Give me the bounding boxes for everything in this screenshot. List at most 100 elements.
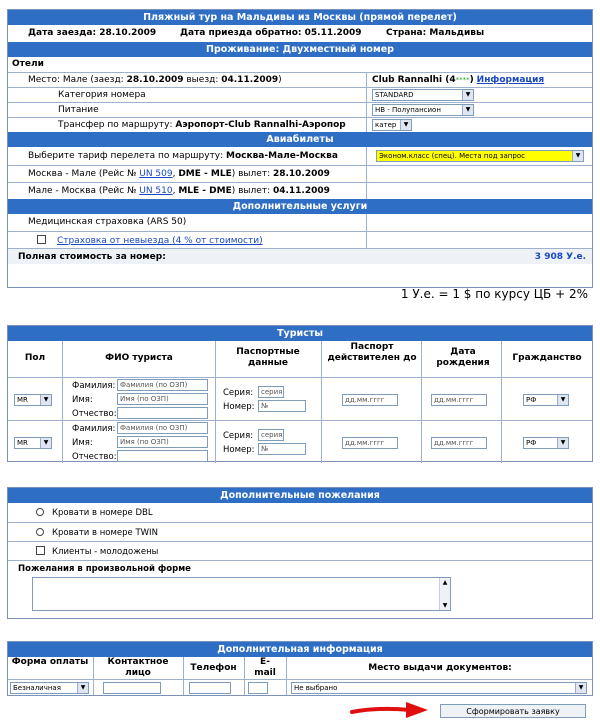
birth-date-input[interactable]: дд.мм.гггг [431,394,487,406]
wish-twin-row: Кровати в номере TWIN [8,522,592,541]
room-category-label: Категория номера [58,90,146,100]
first-name-input[interactable]: Имя (по ОЗП) [117,436,208,448]
date-in: Дата заезда: 28.10.2009 [28,28,157,38]
citizenship-select[interactable]: РФ ▼ [523,394,569,406]
series-label: Серия: [223,388,254,398]
transfer-select[interactable]: катер ▼ [372,119,412,131]
tariff-row: Выберите тариф перелета по маршруту: Мос… [8,147,592,165]
tourists-block: Туристы Пол ФИО туриста Паспортные данны… [7,325,593,463]
hotels-label-row: Отели [8,57,592,72]
wishes-header: Дополнительные пожелания [8,488,592,503]
col-contact: Контактное лицо [107,657,169,678]
col-valid: Паспорт действителен до [327,342,417,363]
col-name: ФИО туриста [105,353,173,363]
flights-header: Авиабилеты [8,132,592,147]
extra-header: Дополнительные услуги [8,199,592,214]
chevron-down-icon: ▼ [572,151,583,161]
rate-note: 1 У.е. = 1 $ по курсу ЦБ + 2% [400,287,588,301]
phone-input[interactable] [189,682,231,694]
scroll-up-icon[interactable]: ▲ [440,578,450,587]
col-email: E-mail [254,657,276,678]
col-passport: Паспортные данные [236,347,300,368]
meal-row: Питание HB - Полупансион ▼ [8,102,592,117]
middle-name-label: Отчество: [72,452,117,462]
meal-label: Питание [58,105,99,115]
payment-select[interactable]: Безналичная ▼ [10,682,89,694]
first-name-label: Имя: [72,395,93,405]
series-input[interactable]: серия [258,386,284,398]
newlyweds-checkbox[interactable] [36,546,45,555]
middle-name-label: Отчество: [72,409,117,419]
col-citizen: Гражданство [512,353,582,363]
birth-date-input[interactable]: дд.мм.гггг [431,437,487,449]
info-link[interactable]: Информация [477,75,545,85]
insurance-row: Страховка от невыезда (4 % от стоимости) [8,231,592,248]
last-name-label: Фамилия: [72,381,116,391]
textarea-scrollbar[interactable]: ▲ ▼ [439,578,450,610]
last-name-input[interactable]: Фамилия (по ОЗП) [117,379,208,391]
meal-select[interactable]: HB - Полупансион ▼ [372,104,474,116]
number-input[interactable]: № [258,400,306,412]
chevron-down-icon: ▼ [400,120,411,130]
contact-input[interactable] [103,682,161,694]
series-label: Серия: [223,431,254,441]
dbl-radio[interactable] [36,508,44,516]
first-name-label: Имя: [72,438,93,448]
flight-1-link[interactable]: UN 509 [139,169,172,179]
sex-select[interactable]: MR ▼ [14,394,52,406]
chevron-down-icon: ▼ [557,395,568,405]
wishes-block: Дополнительные пожелания Кровати в номер… [7,487,593,619]
accommodation-header: Проживание: Двухместный номер [8,42,592,57]
free-form-row: Пожелания в произвольной форме ▲ ▼ [8,560,592,619]
total-label: Полная стоимость за номер: [18,252,166,262]
series-input[interactable]: серия [258,429,284,441]
medical-row: Медицинская страховка (ARS 50) [8,214,592,231]
middle-name-input[interactable] [117,450,208,462]
submit-button[interactable]: Сформировать заявку [440,704,586,718]
email-input[interactable] [248,682,268,694]
flight-2-link[interactable]: UN 510 [139,186,172,196]
free-form-textarea[interactable]: ▲ ▼ [32,577,451,611]
flight-1-text: Москва - Мале (Рейс № UN 509, DME - MLE)… [28,169,330,179]
tour-title: Пляжный тур на Мальдивы из Москвы (прямо… [8,10,592,25]
info-header: Дополнительная информация [8,642,592,657]
info-inputs-row: Безналичная ▼ Не выбрано ▼ [8,679,592,695]
dbl-label: Кровати в номере DBL [52,508,153,518]
number-label: Номер: [223,445,255,455]
citizenship-select[interactable]: РФ ▼ [523,437,569,449]
flight-1-row: Москва - Мале (Рейс № UN 509, DME - MLE)… [8,165,592,182]
twin-radio[interactable] [36,528,44,536]
first-name-input[interactable]: Имя (по ОЗП) [117,393,208,405]
tourists-header: Туристы [8,326,592,341]
tariff-text: Выберите тариф перелета по маршруту: Мос… [28,151,338,161]
passport-valid-input[interactable]: дд.мм.гггг [342,394,398,406]
chevron-down-icon: ▼ [462,90,473,100]
insurance-link[interactable]: Страховка от невыезда (4 % от стоимости) [57,236,263,246]
middle-name-input[interactable] [117,407,208,419]
scroll-down-icon[interactable]: ▼ [440,601,450,610]
transfer-text: Трансфер по маршруту: Аэропорт-Club Rann… [58,120,346,130]
insurance-checkbox[interactable] [37,235,46,244]
docs-select[interactable]: Не выбрано ▼ [291,682,587,694]
room-category-select[interactable]: STANDARD ▼ [372,89,474,101]
chevron-down-icon: ▼ [77,683,88,693]
place-row: Место: Мале (заезд: 28.10.2009 выезд: 04… [8,72,592,87]
number-input[interactable]: № [258,443,306,455]
tourist-row: MR ▼ Фамилия: Фамилия (по ОЗП) Имя: Имя (… [8,420,592,463]
sex-select[interactable]: MR ▼ [14,437,52,449]
passport-valid-input[interactable]: дд.мм.гггг [342,437,398,449]
info-col-headers: Форма оплаты Контактное лицо Телефон E-m… [8,657,592,679]
tourist-row: MR ▼ Фамилия: Фамилия (по ОЗП) Имя: Имя (… [8,377,592,420]
last-name-input[interactable]: Фамилия (по ОЗП) [117,422,208,434]
newlyweds-label: Клиенты - молодожены [52,547,159,557]
arrow-right-icon [350,702,428,718]
total-value: 3 908 У.е. [534,252,586,262]
info-block: Дополнительная информация Форма оплаты К… [7,641,593,696]
place-text: Место: Мале (заезд: 28.10.2009 выезд: 04… [28,75,282,85]
chevron-down-icon: ▼ [557,438,568,448]
chevron-down-icon: ▼ [575,683,586,693]
tariff-select[interactable]: Эконом.класс (спец). Места под запрос ▼ [376,150,584,162]
col-phone: Телефон [190,663,237,673]
free-form-label: Пожелания в произвольной форме [18,564,191,574]
transfer-row: Трансфер по маршруту: Аэропорт-Club Rann… [8,117,592,132]
